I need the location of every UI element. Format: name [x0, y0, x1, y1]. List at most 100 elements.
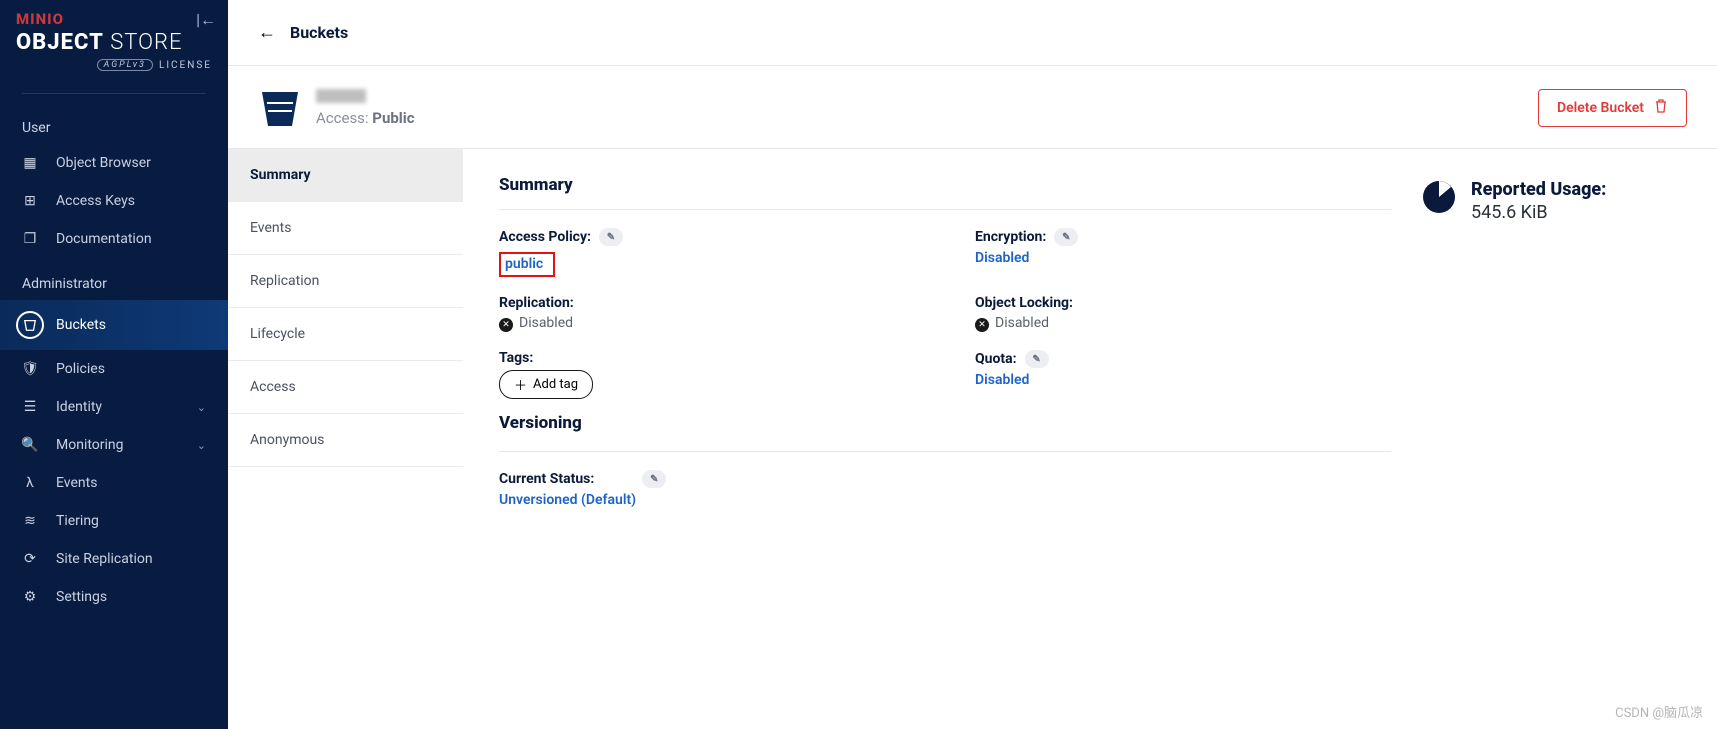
- nav-label: Monitoring: [56, 437, 124, 453]
- main-area: ← Buckets Access: Public Delete Bucket S…: [228, 0, 1717, 729]
- bucket-icon: [16, 311, 44, 339]
- edit-access-policy-icon[interactable]: ✎: [599, 228, 623, 246]
- section-title-versioning: Versioning: [499, 413, 1391, 433]
- disabled-icon: ✕: [975, 318, 989, 332]
- nav-label: Events: [56, 475, 97, 491]
- nav-label: Buckets: [56, 317, 106, 333]
- sidebar-item-policies[interactable]: 🛡 Policies: [0, 350, 228, 388]
- details-panel: Summary Access Policy: ✎ public: [463, 149, 1717, 729]
- field-versioning-status: Current Status: ✎ Unversioned (Default): [499, 470, 1391, 508]
- quota-value[interactable]: Disabled: [975, 372, 1391, 388]
- access-policy-value: public: [499, 250, 915, 277]
- edit-versioning-icon[interactable]: ✎: [642, 470, 666, 488]
- replication-icon: ⟳: [22, 551, 38, 567]
- doc-icon: ❐: [22, 231, 38, 247]
- add-tag-label: Add tag: [533, 377, 578, 392]
- page-title: Buckets: [290, 23, 348, 42]
- field-replication: Replication: ✕Disabled: [499, 295, 915, 332]
- field-quota: Quota: ✎ Disabled: [975, 350, 1391, 399]
- back-arrow-icon[interactable]: ←: [258, 22, 276, 43]
- replication-value: ✕Disabled: [499, 315, 915, 332]
- logo-main: OBJECT STORE: [16, 30, 212, 55]
- plus-icon: ＋: [514, 375, 527, 394]
- nav-section-user: User: [0, 102, 228, 144]
- encryption-label: Encryption: ✎: [975, 228, 1391, 246]
- collapse-sidebar-icon[interactable]: |←: [196, 10, 216, 30]
- bucket-large-icon: [258, 88, 302, 128]
- pie-chart-icon: [1421, 179, 1457, 215]
- shield-icon: 🛡: [22, 361, 38, 377]
- access-policy-label: Access Policy: ✎: [499, 228, 915, 246]
- tab-access[interactable]: Access: [228, 361, 463, 414]
- details-left: Summary Access Policy: ✎ public: [499, 175, 1391, 703]
- field-access-policy: Access Policy: ✎ public: [499, 228, 915, 277]
- object-locking-value: ✕Disabled: [975, 315, 1391, 332]
- sidebar-item-access-keys[interactable]: ⊞ Access Keys: [0, 182, 228, 220]
- encryption-value[interactable]: Disabled: [975, 250, 1391, 266]
- tab-summary[interactable]: Summary: [228, 149, 463, 202]
- add-tag-button[interactable]: ＋ Add tag: [499, 370, 593, 399]
- quota-label: Quota: ✎: [975, 350, 1391, 368]
- usage-panel: Reported Usage: 545.6 KiB: [1421, 175, 1681, 703]
- sidebar-item-monitoring[interactable]: 🔍 Monitoring ⌄: [0, 426, 228, 464]
- sidebar-item-settings[interactable]: ⚙ Settings: [0, 578, 228, 616]
- tab-lifecycle[interactable]: Lifecycle: [228, 308, 463, 361]
- sidebar: |← MINIO OBJECT STORE AGPLv3 LICENSE Use…: [0, 0, 228, 729]
- sidebar-logo-area: |← MINIO OBJECT STORE AGPLv3 LICENSE: [0, 10, 228, 79]
- nav-section-admin: Administrator: [0, 258, 228, 300]
- object-locking-label: Object Locking:: [975, 295, 1391, 311]
- field-object-locking: Object Locking: ✕Disabled: [975, 295, 1391, 332]
- license-badge: AGPLv3: [97, 59, 153, 71]
- versioning-status-value[interactable]: Unversioned (Default): [499, 492, 1391, 508]
- nav-label: Access Keys: [56, 193, 135, 209]
- identity-icon: ☰: [22, 399, 38, 415]
- field-encryption: Encryption: ✎ Disabled: [975, 228, 1391, 277]
- sidebar-item-events[interactable]: λ Events: [0, 464, 228, 502]
- sidebar-item-identity[interactable]: ☰ Identity ⌄: [0, 388, 228, 426]
- usage-value: 545.6 KiB: [1471, 202, 1606, 223]
- nav-label: Settings: [56, 589, 107, 605]
- delete-label: Delete Bucket: [1557, 100, 1644, 116]
- edit-quota-icon[interactable]: ✎: [1025, 350, 1049, 368]
- tab-anonymous[interactable]: Anonymous: [228, 414, 463, 467]
- logo-license: AGPLv3 LICENSE: [16, 59, 212, 71]
- nav-label: Policies: [56, 361, 105, 377]
- section-title-summary: Summary: [499, 175, 1391, 210]
- events-icon: λ: [22, 475, 38, 491]
- divider: [499, 451, 1391, 452]
- sidebar-item-documentation[interactable]: ❐ Documentation: [0, 220, 228, 258]
- sidebar-item-buckets[interactable]: Buckets: [0, 300, 228, 350]
- versioning-status-label: Current Status: ✎: [499, 470, 1391, 488]
- edit-encryption-icon[interactable]: ✎: [1054, 228, 1078, 246]
- summary-fields: Access Policy: ✎ public Encryption: ✎ Di…: [499, 228, 1391, 399]
- nav-label: Identity: [56, 399, 102, 415]
- tab-replication[interactable]: Replication: [228, 255, 463, 308]
- usage-label: Reported Usage:: [1471, 179, 1606, 200]
- nav-label: Site Replication: [56, 551, 153, 567]
- replication-label: Replication:: [499, 295, 915, 311]
- page-header: ← Buckets: [228, 0, 1717, 66]
- bucket-side-tabs: Summary Events Replication Lifecycle Acc…: [228, 149, 463, 729]
- content-row: Summary Events Replication Lifecycle Acc…: [228, 149, 1717, 729]
- bucket-name-area: Access: Public: [316, 89, 1538, 127]
- sidebar-item-site-replication[interactable]: ⟳ Site Replication: [0, 540, 228, 578]
- nav-label: Tiering: [56, 513, 99, 529]
- field-tags: Tags: ＋ Add tag: [499, 350, 915, 399]
- gear-icon: ⚙: [22, 589, 38, 605]
- monitoring-icon: 🔍: [22, 437, 38, 453]
- tags-label: Tags:: [499, 350, 915, 366]
- keys-icon: ⊞: [22, 193, 38, 209]
- sidebar-item-tiering[interactable]: ≋ Tiering: [0, 502, 228, 540]
- disabled-icon: ✕: [499, 318, 513, 332]
- tiering-icon: ≋: [22, 513, 38, 529]
- bucket-access-line: Access: Public: [316, 109, 1538, 127]
- delete-bucket-button[interactable]: Delete Bucket: [1538, 89, 1687, 127]
- chevron-down-icon: ⌄: [197, 439, 206, 452]
- nav-label: Documentation: [56, 231, 152, 247]
- divider: [22, 93, 206, 94]
- bucket-header: Access: Public Delete Bucket: [228, 66, 1717, 149]
- nav-label: Object Browser: [56, 155, 151, 171]
- usage-text: Reported Usage: 545.6 KiB: [1471, 179, 1606, 223]
- sidebar-item-object-browser[interactable]: ▦ Object Browser: [0, 144, 228, 182]
- tab-events[interactable]: Events: [228, 202, 463, 255]
